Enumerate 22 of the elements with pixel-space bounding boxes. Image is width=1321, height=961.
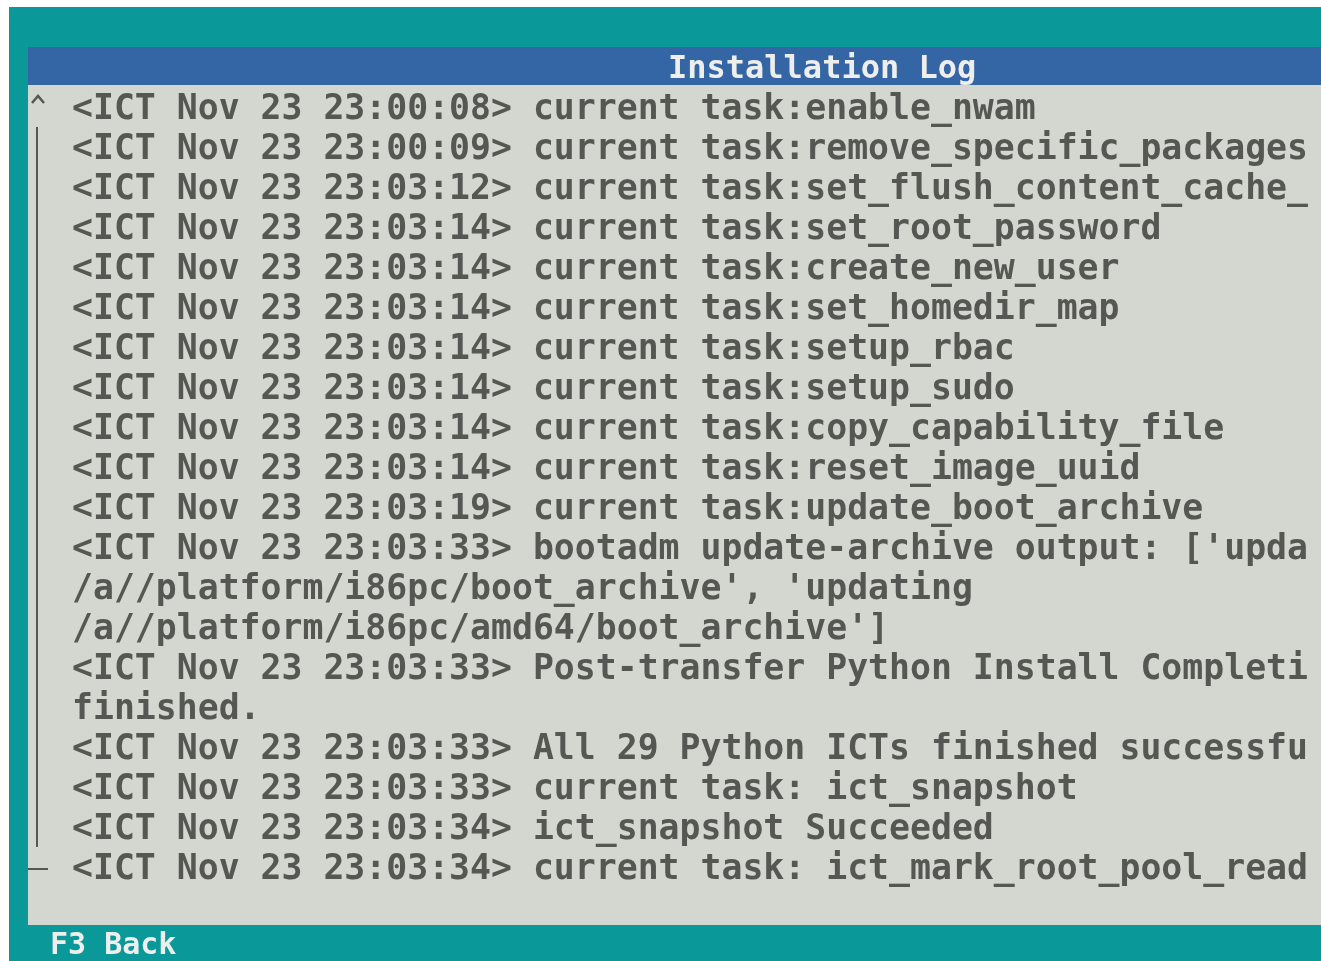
log-line: <ICT Nov 23 23:03:14> current task:create_new_user [72,247,1121,287]
log-line: <ICT Nov 23 23:03:12> current task:set_flush_content_cache_ [72,167,1309,207]
log-line: <ICT Nov 23 23:03:33> Post-transfer Python Install Completi [72,647,1309,687]
log-line: <ICT Nov 23 23:03:14> current task:reset_image_uuid [72,447,1142,487]
log-line: <ICT Nov 23 23:00:08> current task:enable_nwam [72,87,1037,127]
footer-shortcut[interactable]: F3 Back [50,927,177,961]
log-line: <ICT Nov 23 23:03:14> current task:set_root_password [72,207,1163,247]
log-line: /a//platform/i86pc/amd64/boot_archive'] [72,607,891,647]
log-line: <ICT Nov 23 23:03:34> ict_snapshot Succeeded [72,807,995,847]
log-line: <ICT Nov 23 23:03:14> current task:setup_sudo [72,367,1016,407]
log-line: /a//platform/i86pc/boot_archive', 'updating [72,567,974,607]
log-line: <ICT Nov 23 23:03:34> current task: ict_mark_root_pool_read [72,847,1309,887]
log-line: <ICT Nov 23 23:03:33> bootadm update-archive output: ['upda [72,527,1309,567]
log-line: <ICT Nov 23 23:00:09> current task:remove_specific_packages [72,127,1309,167]
log-line: <ICT Nov 23 23:03:19> current task:update_boot_archive [72,487,1205,527]
log-line: <ICT Nov 23 23:03:14> current task:set_homedir_map [72,287,1121,327]
log-line: <ICT Nov 23 23:03:14> current task:copy_capability_file [72,407,1226,447]
log-line: <ICT Nov 23 23:03:33> current task: ict_snapshot [72,767,1079,807]
window-title: Installation Log [668,49,977,85]
log-line: <ICT Nov 23 23:03:33> All 29 Python ICTs finished successfu [72,727,1309,767]
log-line: finished. [72,687,262,727]
log-line: <ICT Nov 23 23:03:14> current task:setup_rbac [72,327,1016,367]
